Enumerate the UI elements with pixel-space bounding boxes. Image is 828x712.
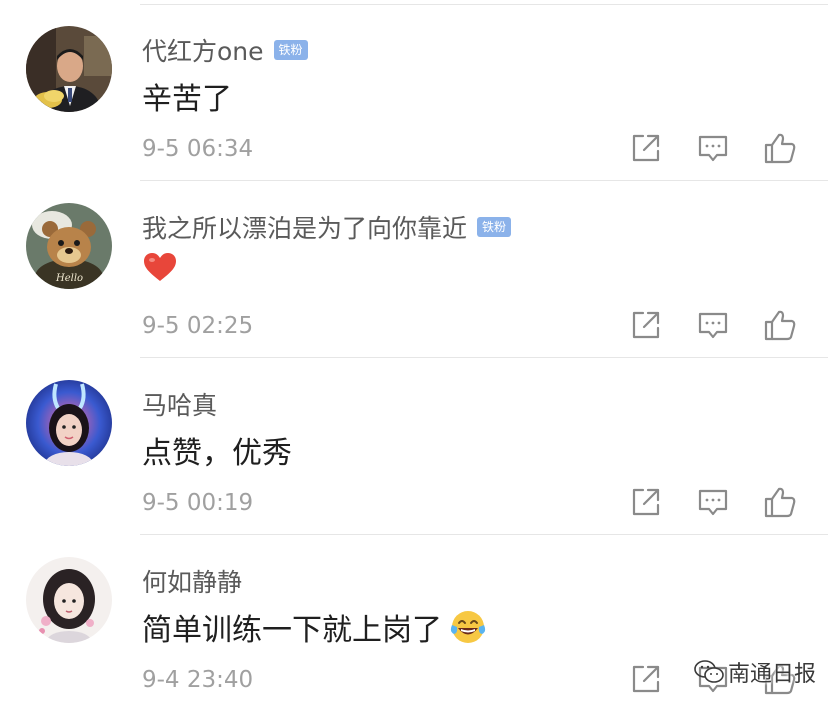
reply-icon[interactable] [695, 130, 731, 166]
username[interactable]: 我之所以漂泊是为了向你靠近 [142, 209, 467, 245]
username[interactable]: 代红方one [142, 32, 264, 68]
share-icon[interactable] [628, 661, 664, 697]
username[interactable]: 何如静静 [142, 563, 242, 599]
timestamp: 9-5 00:19 [142, 490, 254, 516]
wechat-icon [694, 660, 724, 683]
comment-item: Hello 我之所以漂泊是为了向你靠近 铁粉 9-5 02:25 [0, 181, 828, 358]
reply-icon[interactable] [695, 307, 731, 343]
red-heart-icon [144, 253, 176, 281]
share-icon[interactable] [628, 130, 664, 166]
avatar-man-suit[interactable] [26, 26, 112, 112]
fan-badge: 铁粉 [477, 217, 512, 237]
comment-text: 简单训练一下就上岗了 [142, 613, 442, 648]
comment-item: 代红方one 铁粉 辛苦了 9-5 06:34 [0, 4, 828, 181]
avatar-cartoon-bear[interactable]: Hello [26, 203, 112, 289]
like-icon[interactable] [762, 307, 798, 343]
share-icon[interactable] [628, 307, 664, 343]
timestamp: 9-5 06:34 [142, 136, 254, 162]
avatar-illustrated-girl[interactable] [26, 557, 112, 643]
avatar-text: Hello [55, 273, 83, 284]
comment-text: 点赞，优秀 [142, 436, 292, 471]
watermark-text: 南通日报 [728, 662, 817, 687]
username[interactable]: 马哈真 [142, 386, 217, 422]
watermark: 南通日报 [694, 656, 816, 688]
reply-icon[interactable] [695, 484, 731, 520]
like-icon[interactable] [762, 130, 798, 166]
comment-item: 马哈真 点赞，优秀 9-5 00:19 [0, 358, 828, 535]
tears-of-joy-icon [450, 611, 486, 643]
comment-text: 辛苦了 [142, 82, 232, 117]
share-icon[interactable] [628, 484, 664, 520]
timestamp: 9-4 23:40 [142, 667, 254, 693]
timestamp: 9-5 02:25 [142, 313, 254, 339]
avatar-girl-bunny-ears[interactable] [26, 380, 112, 466]
fan-badge: 铁粉 [273, 40, 308, 60]
like-icon[interactable] [762, 484, 798, 520]
